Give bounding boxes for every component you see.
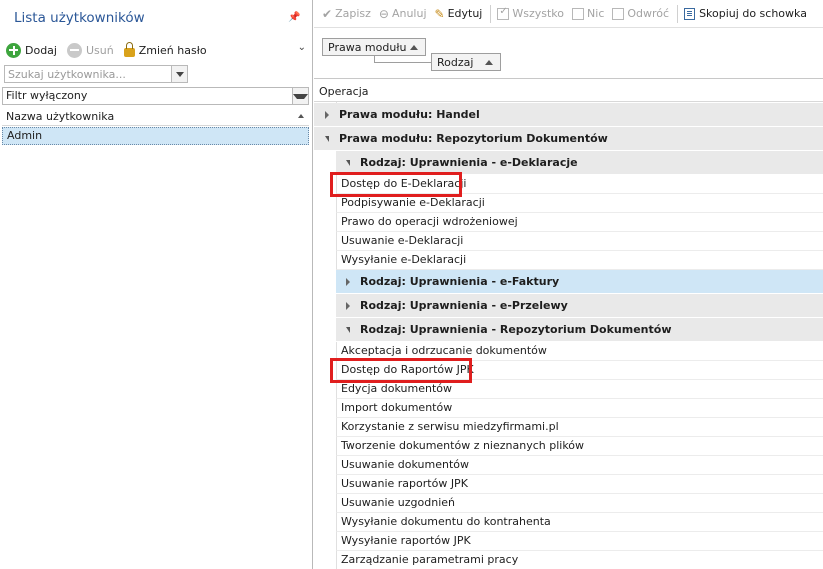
- add-user-button[interactable]: Dodaj: [6, 42, 57, 58]
- group-label: Prawa modułu: Handel: [339, 108, 480, 121]
- group-chip-label: Rodzaj: [437, 55, 474, 69]
- checkbox-empty-icon: [572, 7, 585, 20]
- list-item[interactable]: Import dokumentów: [336, 399, 823, 418]
- group-label: Rodzaj: Uprawnienia - Repozytorium Dokum…: [360, 323, 672, 336]
- list-item[interactable]: Wysyłanie e-Deklaracji: [336, 251, 823, 270]
- group-label: Rodzaj: Uprawnienia - e-Deklaracje: [360, 156, 578, 169]
- lock-icon: [123, 42, 135, 57]
- select-none-button[interactable]: Nic: [572, 7, 604, 20]
- chevron-down-icon[interactable]: ⌄: [298, 42, 306, 53]
- clipboard-icon: [684, 7, 696, 20]
- delete-label: Usuń: [85, 43, 114, 57]
- save-button[interactable]: ✔ Zapisz: [322, 7, 371, 21]
- delete-user-button[interactable]: Usuń: [66, 42, 114, 58]
- group-row-e-faktury[interactable]: Rodzaj: Uprawnienia - e-Faktury: [336, 270, 823, 294]
- list-item[interactable]: Prawo do operacji wdrożeniowej: [336, 213, 823, 232]
- dropdown-arrow-icon: [175, 71, 184, 77]
- select-all-button[interactable]: Wszystko: [497, 6, 565, 20]
- user-list-panel: Lista użytkowników 📌 Dodaj Usuń Zmień ha…: [0, 0, 313, 569]
- expand-arrow-icon[interactable]: [346, 302, 350, 310]
- username-column-header[interactable]: Nazwa użytkownika: [2, 107, 309, 126]
- edit-button[interactable]: ✎ Edytuj: [435, 7, 483, 21]
- toolbar-separator: [677, 4, 679, 23]
- group-by-panel: Prawa modułu Rodzaj: [314, 29, 823, 79]
- cancel-icon: ⊖: [378, 6, 389, 21]
- group-row-repozytorium-dokumentow[interactable]: Rodzaj: Uprawnienia - Repozytorium Dokum…: [336, 318, 823, 342]
- list-item[interactable]: Wysyłanie raportów JPK: [336, 532, 823, 551]
- pin-icon[interactable]: 📌: [288, 12, 300, 23]
- list-item[interactable]: Admin: [2, 127, 309, 145]
- permissions-panel: ✔ Zapisz ⊖ Anuluj ✎ Edytuj Wszystko Nic …: [314, 0, 823, 569]
- group-chip-label: Prawa modułu: [328, 40, 407, 54]
- invert-label: Odwróć: [627, 7, 670, 20]
- checkbox-invert-icon: [612, 7, 625, 20]
- list-item[interactable]: Korzystanie z serwisu miedzyfirmami.pl: [336, 418, 823, 437]
- search-input[interactable]: [5, 66, 171, 82]
- group-connector-line: [374, 56, 432, 63]
- group-chip-type[interactable]: Rodzaj: [431, 53, 501, 71]
- collapse-arrow-icon[interactable]: [325, 136, 329, 142]
- none-label: Nic: [587, 7, 605, 20]
- copy-label: Skopiuj do schowka: [699, 7, 807, 20]
- search-dropdown-button[interactable]: [171, 66, 187, 82]
- list-item[interactable]: Zarządzanie parametrami pracy: [336, 551, 823, 569]
- user-search-combo: [4, 65, 188, 83]
- group-label: Prawa modułu: Repozytorium Dokumentów: [339, 132, 608, 145]
- column-header-label: Nazwa użytkownika: [6, 109, 115, 123]
- sort-asc-icon: [410, 44, 418, 50]
- pencil-icon: ✎: [434, 6, 445, 21]
- dropdown-arrow-icon: [293, 93, 308, 99]
- edit-label: Edytuj: [447, 7, 483, 20]
- list-item[interactable]: Wysyłanie dokumentu do kontrahenta: [336, 513, 823, 532]
- permissions-toolbar: ✔ Zapisz ⊖ Anuluj ✎ Edytuj Wszystko Nic …: [314, 0, 823, 28]
- list-item[interactable]: Usuwanie e-Deklaracji: [336, 232, 823, 251]
- list-item[interactable]: Usuwanie raportów JPK: [336, 475, 823, 494]
- save-label: Zapisz: [335, 7, 371, 20]
- panel-title: Lista użytkowników: [14, 10, 145, 26]
- sort-asc-icon: [485, 59, 493, 65]
- check-icon: ✔: [322, 6, 333, 21]
- collapse-arrow-icon[interactable]: [346, 160, 350, 166]
- minus-circle-icon: [66, 42, 82, 58]
- user-toolbar: Dodaj Usuń Zmień hasło ⌄: [6, 40, 310, 60]
- expand-arrow-icon[interactable]: [346, 278, 350, 286]
- copy-to-clipboard-button[interactable]: Skopiuj do schowka: [684, 7, 807, 20]
- list-item[interactable]: Usuwanie dokumentów: [336, 456, 823, 475]
- cancel-button[interactable]: ⊖ Anuluj: [379, 7, 427, 21]
- all-label: Wszystko: [512, 7, 565, 20]
- cancel-label: Anuluj: [391, 7, 427, 20]
- highlight-box: [330, 172, 462, 197]
- change-password-button[interactable]: Zmień hasło: [123, 42, 207, 57]
- highlight-box: [330, 358, 472, 383]
- group-row-e-przelewy[interactable]: Rodzaj: Uprawnienia - e-Przelewy: [336, 294, 823, 318]
- filter-value: Filtr wyłączony: [6, 89, 88, 102]
- group-row-handel[interactable]: Prawa modułu: Handel: [314, 103, 823, 127]
- group-chip-module[interactable]: Prawa modułu: [322, 38, 426, 56]
- list-item[interactable]: Usuwanie uzgodnień: [336, 494, 823, 513]
- collapse-arrow-icon[interactable]: [346, 327, 350, 333]
- change-password-label: Zmień hasło: [138, 43, 207, 57]
- group-row-repozytorium[interactable]: Prawa modułu: Repozytorium Dokumentów: [314, 127, 823, 151]
- add-label: Dodaj: [25, 43, 57, 57]
- sort-asc-icon: [298, 114, 304, 118]
- filter-combo[interactable]: Filtr wyłączony: [2, 87, 309, 105]
- expand-arrow-icon[interactable]: [325, 111, 329, 119]
- group-label: Rodzaj: Uprawnienia - e-Faktury: [360, 275, 560, 288]
- filter-dropdown-button[interactable]: [292, 88, 308, 104]
- list-item[interactable]: Tworzenie dokumentów z nieznanych plików: [336, 437, 823, 456]
- invert-button[interactable]: Odwróć: [612, 7, 669, 20]
- checkbox-checked-icon: [497, 6, 510, 20]
- plus-circle-icon: [6, 42, 21, 58]
- operation-column-header[interactable]: Operacja: [314, 82, 823, 102]
- toolbar-separator: [490, 4, 492, 23]
- group-label: Rodzaj: Uprawnienia - e-Przelewy: [360, 299, 568, 312]
